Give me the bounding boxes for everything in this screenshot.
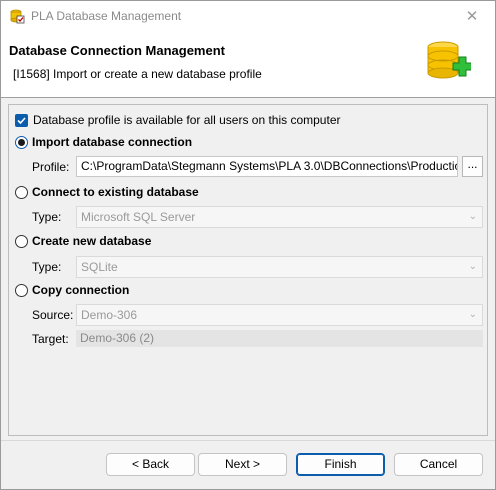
target-label: Target: xyxy=(32,332,69,346)
connect-type-value: Microsoft SQL Server xyxy=(81,210,196,224)
copy-label: Copy connection xyxy=(32,283,130,297)
create-option[interactable]: Create new database xyxy=(15,234,151,248)
close-icon: ✕ xyxy=(465,8,479,25)
database-add-icon xyxy=(427,41,471,79)
create-type-value: SQLite xyxy=(81,260,118,274)
wizard-header: Database Connection Management [I1568] I… xyxy=(1,31,495,97)
close-button[interactable]: ✕ xyxy=(449,1,495,31)
profile-label: Profile: xyxy=(32,160,70,174)
options-panel: Database profile is available for all us… xyxy=(8,104,488,436)
create-label: Create new database xyxy=(32,234,152,248)
source-select[interactable]: Demo-306 ⌄ xyxy=(76,304,483,326)
import-option[interactable]: Import database connection xyxy=(15,135,192,149)
header-divider xyxy=(1,97,495,98)
next-button[interactable]: Next > xyxy=(198,453,287,476)
copy-radio[interactable] xyxy=(15,283,28,297)
connect-radio[interactable] xyxy=(15,185,28,199)
cancel-button[interactable]: Cancel xyxy=(394,453,483,476)
title-bar: PLA Database Management ✕ xyxy=(1,1,495,31)
import-radio[interactable] xyxy=(15,135,28,149)
chevron-down-icon: ⌄ xyxy=(468,211,477,222)
target-field: Demo-306 (2) xyxy=(76,330,483,347)
connect-option[interactable]: Connect to existing database xyxy=(15,185,199,199)
chevron-down-icon: ⌄ xyxy=(468,261,477,272)
create-type-label: Type: xyxy=(32,260,62,274)
source-value: Demo-306 xyxy=(81,308,138,322)
profile-path-field[interactable]: C:\ProgramData\Stegmann Systems\PLA 3.0\… xyxy=(76,156,458,177)
create-radio[interactable] xyxy=(15,234,28,248)
checkmark-icon xyxy=(17,116,26,124)
all-users-row[interactable]: Database profile is available for all us… xyxy=(15,113,341,127)
page-title: Database Connection Management xyxy=(9,43,225,58)
create-type-select[interactable]: SQLite ⌄ xyxy=(76,256,483,278)
import-label: Import database connection xyxy=(32,135,193,149)
back-button[interactable]: < Back xyxy=(106,453,195,476)
footer-divider xyxy=(1,440,495,441)
connect-type-select[interactable]: Microsoft SQL Server ⌄ xyxy=(76,206,483,228)
window-title: PLA Database Management xyxy=(31,9,182,23)
all-users-label: Database profile is available for all us… xyxy=(33,113,341,127)
browse-button[interactable]: ... xyxy=(462,156,483,177)
dialog-window: PLA Database Management ✕ Database Conne… xyxy=(0,0,496,490)
finish-button[interactable]: Finish xyxy=(296,453,385,476)
chevron-down-icon: ⌄ xyxy=(468,309,477,320)
all-users-checkbox[interactable] xyxy=(15,113,28,127)
connect-label: Connect to existing database xyxy=(32,185,199,199)
page-subtitle: [I1568] Import or create a new database … xyxy=(13,67,262,81)
source-label: Source: xyxy=(32,308,74,322)
connect-type-label: Type: xyxy=(32,210,62,224)
app-icon xyxy=(10,9,25,24)
copy-option[interactable]: Copy connection xyxy=(15,283,129,297)
